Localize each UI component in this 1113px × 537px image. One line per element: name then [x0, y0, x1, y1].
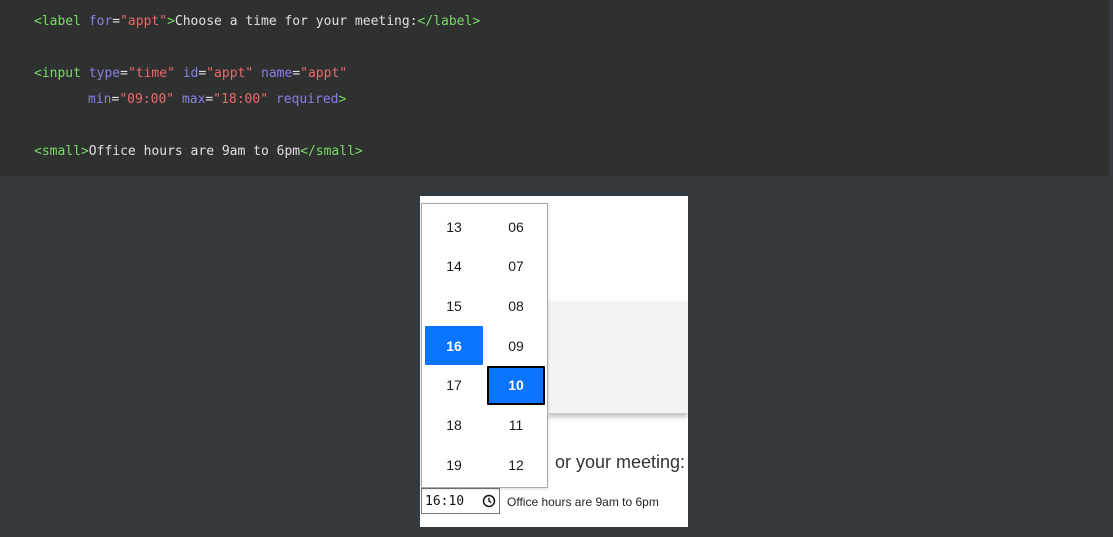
- minute-option[interactable]: 07: [487, 247, 545, 286]
- hour-option[interactable]: 14: [425, 247, 483, 286]
- code-panel: <label for="appt">Choose a time for your…: [0, 0, 1109, 176]
- minute-option[interactable]: 09: [487, 326, 545, 365]
- meeting-label: or your meeting:: [554, 452, 685, 472]
- minute-column[interactable]: 06 07 08 09 10 11 12: [487, 207, 545, 485]
- hour-option[interactable]: 15: [425, 286, 483, 325]
- hour-option[interactable]: 19: [425, 445, 483, 484]
- time-input-value: 16:10: [425, 494, 465, 509]
- minute-option[interactable]: 06: [487, 207, 545, 246]
- time-input[interactable]: 16:10: [421, 488, 500, 514]
- office-hours-text: Office hours are 9am to 6pm: [507, 495, 659, 509]
- hour-option[interactable]: 18: [425, 405, 483, 444]
- minute-option[interactable]: 12: [487, 445, 545, 484]
- time-picker-dropdown[interactable]: 13 14 15 16 17 18 19 06 07 08 09 10 11 1…: [421, 203, 548, 488]
- hour-column[interactable]: 13 14 15 16 17 18 19: [425, 207, 483, 485]
- hour-option[interactable]: 13: [425, 207, 483, 246]
- hour-option-selected[interactable]: 16: [425, 326, 483, 366]
- gray-band: [548, 301, 688, 413]
- minute-option[interactable]: 08: [487, 286, 545, 325]
- minute-option[interactable]: 11: [487, 405, 545, 444]
- minute-option-selected[interactable]: 10: [487, 365, 545, 405]
- code-line-small: <small>Office hours are 9am to 6pm</smal…: [34, 144, 363, 159]
- clock-icon[interactable]: [482, 494, 496, 508]
- hour-option[interactable]: 17: [425, 366, 483, 405]
- code-line-input: <input type="time" id="appt" name="appt": [34, 66, 348, 81]
- code-line-minmax: min="09:00" max="18:00" required>: [88, 92, 347, 107]
- code-line-label: <label for="appt">Choose a time for your…: [34, 14, 481, 29]
